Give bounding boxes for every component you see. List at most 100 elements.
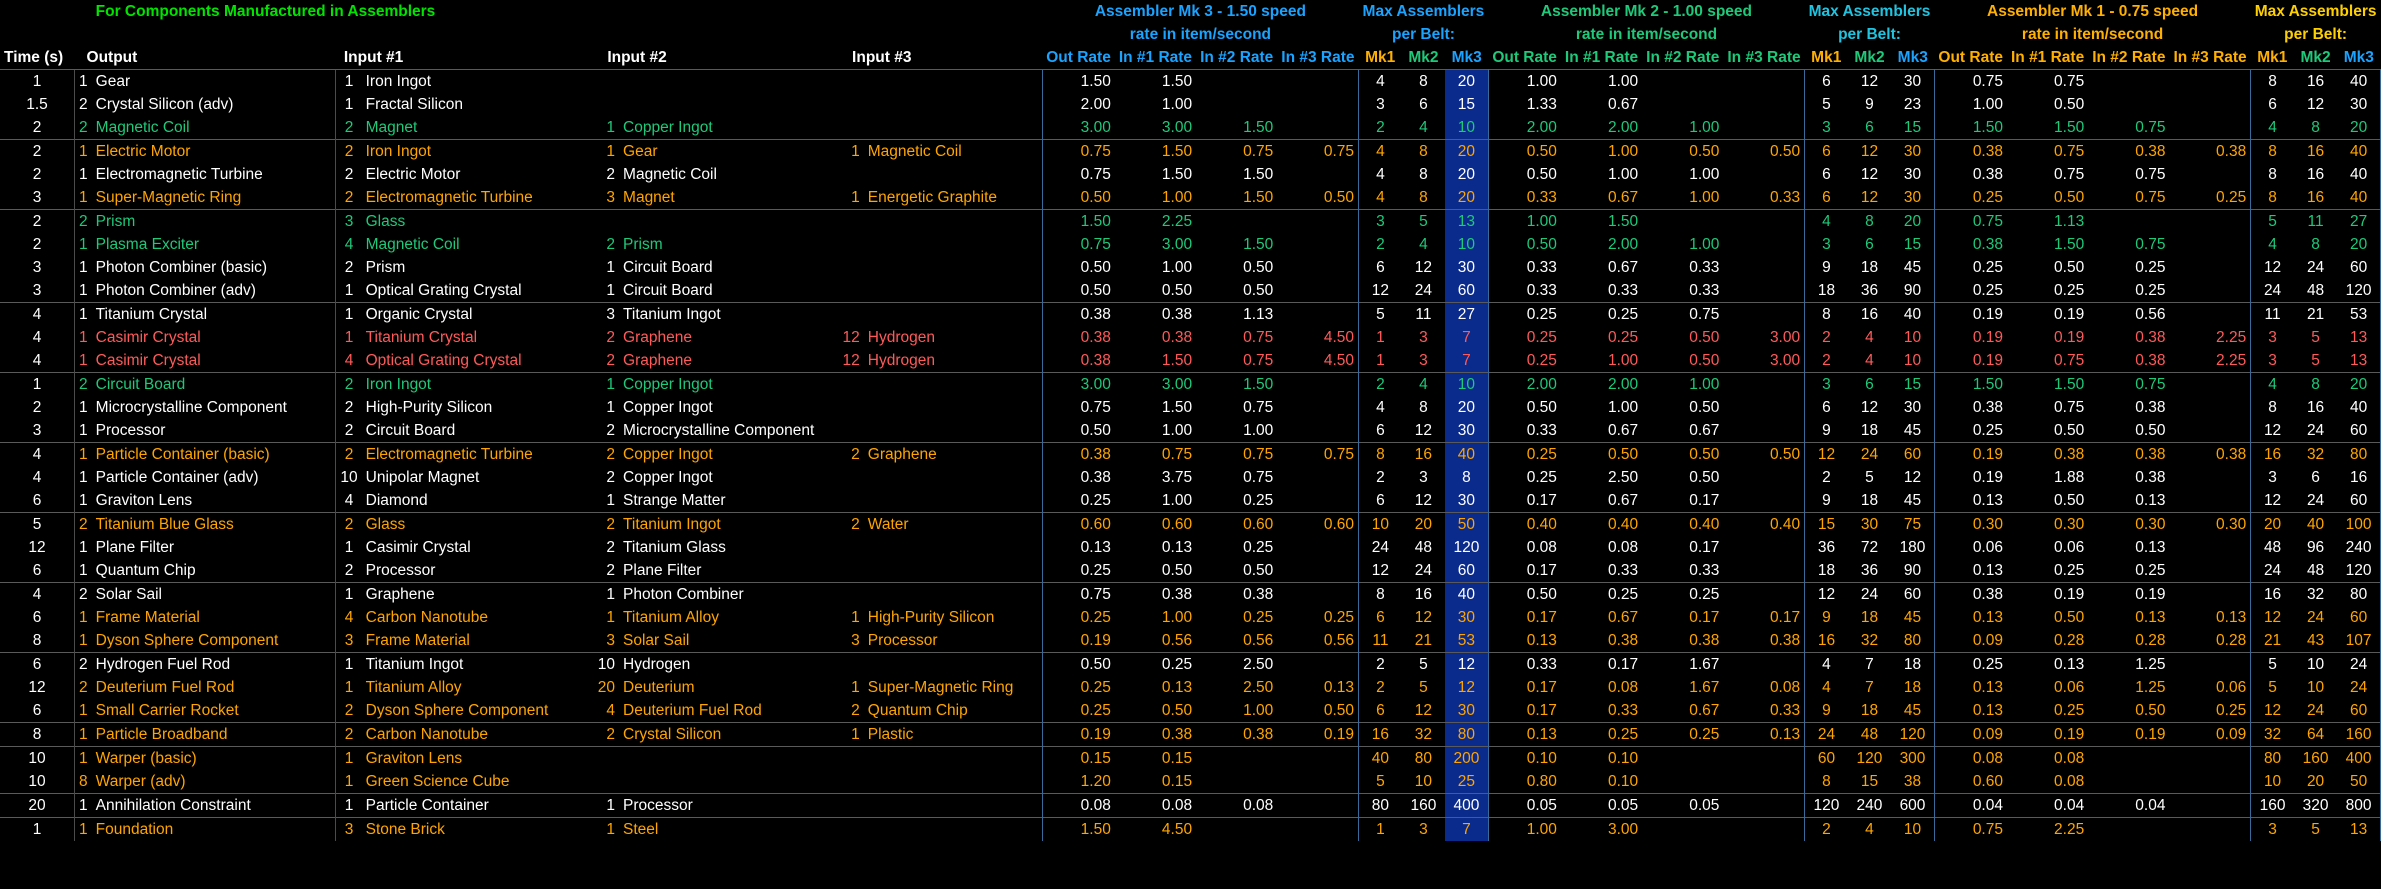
- max3-mk1: 80: [1358, 793, 1402, 818]
- max1-mk1: 21: [2250, 629, 2294, 653]
- time-cell: 1: [0, 372, 75, 396]
- input3-name: [864, 489, 1042, 513]
- mk3-in3-rate: [1277, 233, 1358, 256]
- mk1-out-rate: 0.13: [1933, 489, 2007, 513]
- col-time: Time (s): [4, 49, 64, 66]
- max2-mk1: 3: [1804, 116, 1848, 140]
- mk2-out-rate: 0.10: [1487, 746, 1561, 770]
- mk1-title: Assembler Mk 1 - 0.75 speed: [1987, 3, 2199, 20]
- mk1-in2-rate: 0.13: [2135, 539, 2166, 556]
- max2-mk1: 16: [1804, 629, 1848, 653]
- output-name: Quantum Chip: [95, 562, 196, 579]
- input3-name: [864, 559, 1042, 583]
- mk2-in2-rate: 1.00: [1689, 236, 1720, 253]
- mk1-in1-rate: 0.50: [2054, 422, 2085, 439]
- input2-name: Processor: [619, 793, 835, 818]
- mk1-out-rate: 0.13: [1933, 606, 2007, 629]
- max3-mk2: 8: [1419, 189, 1428, 206]
- table-row: 4 1 Particle Container (adv) 10 Unipolar Mag…: [0, 466, 2381, 489]
- max1-mk2: 24: [2306, 609, 2325, 626]
- mk3-in1-rate: 0.50: [1161, 562, 1193, 579]
- mk3-max-title: Max Assemblers: [1362, 3, 1485, 20]
- mk1-out-rate: 0.25: [1933, 652, 2007, 676]
- header-row-1: For Components Manufactured in Assembler…: [0, 0, 2381, 23]
- max3-mk3: 25: [1445, 770, 1489, 794]
- mk2-in1-rate: 0.33: [1607, 282, 1639, 299]
- mk3-in3-rate: [1277, 396, 1358, 419]
- mk2-in2-rate: 0.33: [1689, 259, 1720, 276]
- max2-mk2: 8: [1847, 209, 1892, 233]
- input1-qty: 3: [335, 817, 362, 841]
- mk1-in1-rate: 1.50: [2006, 372, 2089, 396]
- max1-mk1: 4: [2250, 233, 2294, 256]
- mk3-in1-rate: 1.00: [1161, 189, 1193, 206]
- input1-name: Optical Grating Crystal: [365, 282, 522, 299]
- max1-mk1: 12: [2250, 699, 2294, 723]
- max2-mk3: 18: [1891, 652, 1935, 676]
- mk3-in3-rate: 0.56: [1323, 632, 1355, 649]
- output-qty: 2: [74, 93, 92, 116]
- output-qty: 2: [74, 209, 92, 233]
- table-row: 12 2 Deuterium Fuel Rod 1 Titanium Alloy 20 De…: [0, 676, 2381, 699]
- max2-mk1: 6: [1804, 69, 1848, 93]
- table-row: 1.5 2 Crystal Silicon (adv) 1 Fractal Silico…: [0, 93, 2381, 116]
- mk3-in1-rate: 0.08: [1114, 793, 1197, 818]
- max2-mk2: 6: [1865, 119, 1874, 136]
- max3-mk2: 11: [1401, 302, 1446, 326]
- input2-qty: 2: [606, 352, 616, 369]
- mk3-out-rate: 0.15: [1041, 746, 1115, 770]
- mk2-in3-rate: [1723, 770, 1804, 794]
- mk2-in1-rate: 0.08: [1607, 679, 1639, 696]
- input2-qty: 1: [606, 492, 616, 509]
- input2-qty: 2: [606, 562, 616, 579]
- mk1-in1-rate: 0.50: [2054, 492, 2085, 509]
- max1-mk3: 30: [2337, 93, 2381, 116]
- mk3-in2-rate: 1.50: [1243, 189, 1274, 206]
- mk2-in2-rate: 0.50: [1689, 352, 1720, 369]
- input3-qty: 2: [834, 512, 864, 536]
- time-cell: 6: [32, 609, 42, 626]
- input1-qty: 2: [335, 186, 362, 210]
- output-name: Electromagnetic Turbine: [95, 166, 263, 183]
- input2-name: Gear: [619, 139, 835, 163]
- max1-mk3: 16: [2337, 466, 2381, 489]
- max2-mk1: 6: [1804, 139, 1848, 163]
- time-cell: 4: [32, 469, 42, 486]
- input1-qty: 4: [335, 606, 362, 629]
- max2-mk1: 120: [1804, 793, 1848, 818]
- table-row: 6 1 Graviton Lens 4 Diamond 1 Strange Matter 0.…: [0, 489, 2381, 513]
- mk1-in1-rate: 1.13: [2006, 209, 2089, 233]
- max1-mk1: 8: [2250, 186, 2294, 210]
- max1-mk3: 13: [2337, 349, 2381, 373]
- max3-mk3: 20: [1445, 163, 1489, 186]
- mk3-out-rate: 0.50: [1041, 279, 1115, 303]
- max3-mk3: 10: [1445, 233, 1489, 256]
- input2-name: Steel: [619, 817, 835, 841]
- mk1-out-rate: 0.30: [1933, 512, 2007, 536]
- max1-mk1: 5: [2250, 209, 2294, 233]
- col-input3: Input #3: [852, 49, 912, 66]
- mk1-in1-rate: 0.19: [2006, 722, 2089, 747]
- input1-qty: 2: [335, 396, 362, 419]
- output-qty: 1: [74, 326, 92, 349]
- input2-name: Prism: [623, 236, 663, 253]
- table-row: 2 1 Plasma Exciter 4 Magnetic Coil 2 Prism 0.75…: [0, 233, 2381, 256]
- mk2-out-rate: 0.80: [1487, 770, 1561, 794]
- max1-mk1: 16: [2250, 582, 2294, 606]
- mk1-in3-rate: [2169, 116, 2250, 140]
- input1-qty: 3: [335, 629, 362, 653]
- mk1-in2-rate: 0.19: [2088, 582, 2170, 606]
- mk3-in1-rate: 0.56: [1161, 632, 1193, 649]
- mk3-in2-rate: 0.56: [1243, 632, 1274, 649]
- mk2-in1-rate: 1.00: [1607, 166, 1639, 183]
- max2-mk1: 5: [1804, 93, 1848, 116]
- mk3-in3-rate: [1277, 93, 1358, 116]
- mk2-in2-rate: [1642, 817, 1724, 841]
- input2-qty: 2: [589, 512, 620, 536]
- input2-name: [619, 746, 835, 770]
- mk2-in3-rate: 0.38: [1769, 632, 1801, 649]
- max3-mk3: 7: [1445, 349, 1489, 373]
- max1-mk3: 13: [2337, 326, 2381, 349]
- mk2-out-rate: 0.50: [1487, 139, 1561, 163]
- time-cell: 3: [32, 422, 42, 439]
